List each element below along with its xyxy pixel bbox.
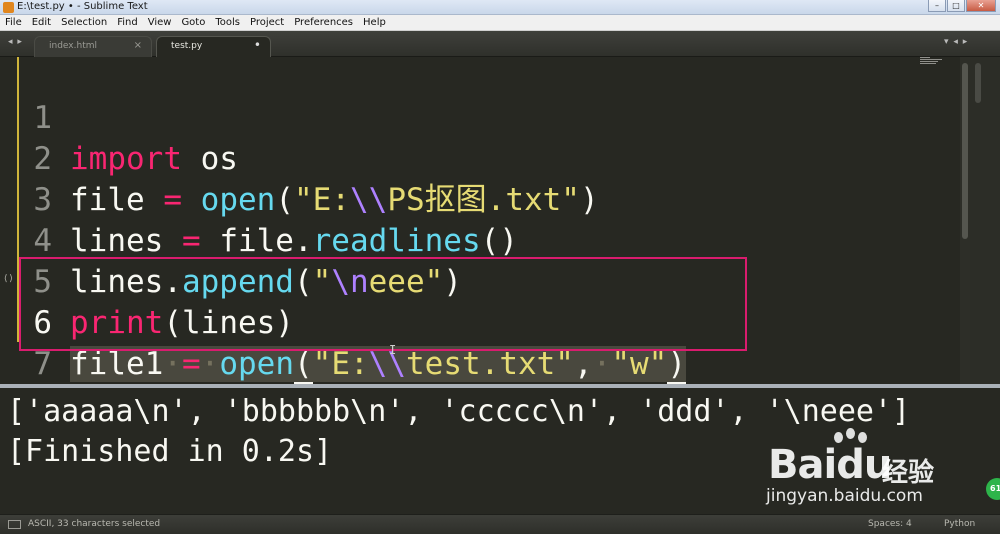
scrollbar-thumb[interactable] xyxy=(962,63,968,239)
tab-close-icon[interactable]: × xyxy=(134,40,142,51)
menu-preferences[interactable]: Preferences xyxy=(289,15,358,30)
window-title: E:\test.py • - Sublime Text xyxy=(17,1,148,12)
maximize-button[interactable]: □ xyxy=(947,0,965,12)
code-line[interactable]: 4 lines.append("\neee") xyxy=(0,180,960,300)
tab-bar: ◂ ▸ index.html × test.py • ▾ ◂ ▸ xyxy=(0,31,1000,57)
menu-project[interactable]: Project xyxy=(245,15,289,30)
text-cursor-icon: I xyxy=(389,343,397,357)
code-line[interactable]: 5 print(lines) xyxy=(0,221,960,341)
tab-overflow-arrows-icon[interactable]: ▾ ◂ ▸ xyxy=(944,37,968,47)
menu-selection[interactable]: Selection xyxy=(56,15,112,30)
tab-test-py[interactable]: test.py • xyxy=(156,36,271,57)
menu-view[interactable]: View xyxy=(143,15,177,30)
tab-nav-arrows-icon[interactable]: ◂ ▸ xyxy=(8,37,23,47)
tab-index-html[interactable]: index.html × xyxy=(34,36,152,57)
menu-bar: File Edit Selection Find View Goto Tools… xyxy=(0,15,1000,31)
sublime-app-icon xyxy=(3,2,14,13)
tab-label: test.py xyxy=(171,41,203,51)
minimap-viewport[interactable] xyxy=(975,63,981,103)
watermark-url: jingyan.baidu.com xyxy=(766,486,923,506)
vertical-scrollbar[interactable] xyxy=(960,57,970,384)
menu-file[interactable]: File xyxy=(0,15,27,30)
tab-dirty-dot-icon[interactable]: • xyxy=(254,38,261,52)
menu-goto[interactable]: Goto xyxy=(176,15,210,30)
menu-find[interactable]: Find xyxy=(112,15,143,30)
syntax-status[interactable]: Python xyxy=(944,519,975,529)
menu-tools[interactable]: Tools xyxy=(210,15,245,30)
close-window-button[interactable]: ✕ xyxy=(966,0,996,12)
status-bar: ASCII, 33 characters selected Spaces: 4 … xyxy=(0,514,1000,534)
panel-toggle-icon[interactable] xyxy=(8,520,21,529)
menu-help[interactable]: Help xyxy=(358,15,391,30)
code-line[interactable]: 3 lines = file.readlines() xyxy=(0,139,960,259)
baidu-logo: Baidu xyxy=(768,442,892,488)
code-line[interactable]: 1 import os xyxy=(0,57,960,177)
code-line[interactable]: 2 file = open("E:\\PS抠图.txt") xyxy=(0,98,960,218)
output-line: [Finished in 0.2s] xyxy=(7,434,333,469)
selection-status: ASCII, 33 characters selected xyxy=(28,519,161,529)
annotation-highlight-box xyxy=(19,257,747,351)
baidu-jingyan-watermark: Baidu 经验 jingyan.baidu.com xyxy=(760,422,960,514)
minimize-button[interactable]: – xyxy=(928,0,946,12)
title-bar: E:\test.py • - Sublime Text – □ ✕ xyxy=(0,0,1000,15)
code-editor[interactable]: ⟨⟩ 1 import os 2 file = open("E:\\PS抠图.t… xyxy=(0,57,1000,384)
jingyan-brand: 经验 xyxy=(882,458,935,488)
minimap[interactable] xyxy=(920,57,950,67)
tab-label: index.html xyxy=(49,41,97,51)
window-controls: – □ ✕ xyxy=(928,0,996,14)
minimap-pane[interactable] xyxy=(970,57,1000,384)
indentation-status[interactable]: Spaces: 4 xyxy=(868,519,912,529)
menu-edit[interactable]: Edit xyxy=(27,15,56,30)
